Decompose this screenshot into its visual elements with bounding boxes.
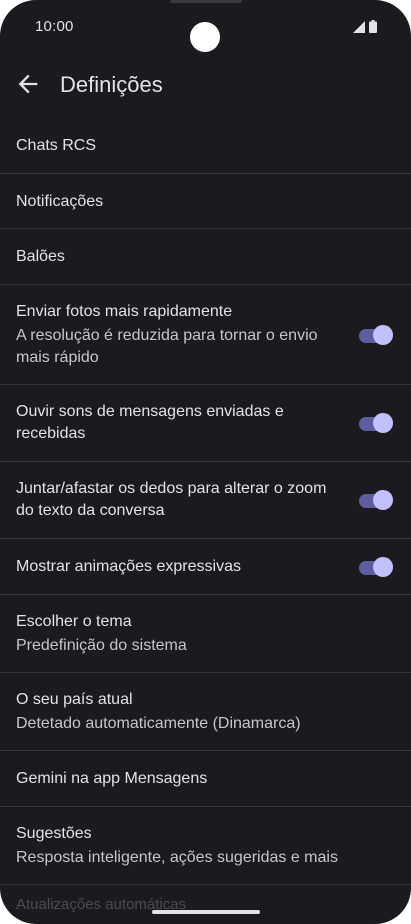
toggle-thumb — [373, 556, 393, 577]
setting-title: Enviar fotos mais rapidamente — [16, 303, 233, 320]
setting-subtitle: Resposta inteligente, ações sugeridas e … — [16, 849, 338, 866]
send-photos-faster-toggle[interactable] — [359, 324, 393, 346]
signal-icon — [353, 20, 365, 33]
battery-icon — [369, 20, 377, 33]
phone-screen: 10:00 Definições Chats RCS Notificações … — [0, 0, 411, 924]
app-bar: Definições — [0, 56, 411, 118]
setting-gemini[interactable]: Gemini na app Mensagens — [0, 751, 411, 807]
setting-chats-rcs[interactable]: Chats RCS — [0, 118, 411, 174]
pinch-zoom-toggle[interactable] — [359, 489, 393, 511]
setting-bubbles[interactable]: Balões — [0, 229, 411, 285]
setting-pinch-zoom[interactable]: Juntar/afastar os dedos para alterar o z… — [0, 462, 411, 539]
setting-choose-theme[interactable]: Escolher o tema Predefinição do sistema — [0, 595, 411, 673]
setting-title: Sugestões — [16, 825, 92, 842]
speaker-slot — [170, 0, 242, 3]
toggle-thumb — [373, 413, 393, 433]
setting-send-photos-faster[interactable]: Enviar fotos mais rapidamente A resoluçã… — [0, 285, 411, 385]
page-title: Definições — [60, 72, 163, 97]
front-camera — [190, 22, 220, 52]
toggle-thumb — [373, 324, 393, 345]
setting-title: Chats RCS — [16, 137, 97, 154]
setting-message-sounds[interactable]: Ouvir sons de mensagens enviadas e receb… — [0, 385, 411, 462]
status-time: 10:00 — [35, 18, 74, 35]
back-arrow-icon[interactable] — [14, 70, 42, 98]
setting-subtitle: A resolução é reduzida para tornar o env… — [16, 327, 318, 366]
message-sounds-toggle[interactable] — [359, 412, 393, 434]
setting-title: Mostrar animações expressivas — [16, 558, 241, 575]
status-icons — [353, 20, 377, 33]
setting-title: Notificações — [16, 193, 104, 210]
setting-title: Ouvir sons de mensagens enviadas e receb… — [16, 403, 284, 442]
status-bar: 10:00 — [0, 0, 411, 56]
setting-title: Balões — [16, 248, 65, 265]
setting-subtitle: Predefinição do sistema — [16, 637, 187, 654]
setting-notifications[interactable]: Notificações — [0, 174, 411, 229]
settings-list: Chats RCS Notificações Balões Enviar fot… — [0, 118, 411, 885]
expressive-animations-toggle[interactable] — [359, 556, 393, 578]
home-indicator[interactable] — [152, 910, 260, 914]
setting-title: Gemini na app Mensagens — [16, 770, 208, 787]
setting-title: Juntar/afastar os dedos para alterar o z… — [16, 480, 327, 519]
setting-current-country[interactable]: O seu país atual Detetado automaticament… — [0, 673, 411, 751]
toggle-thumb — [373, 490, 393, 510]
setting-subtitle: Detetado automaticamente (Dinamarca) — [16, 715, 301, 732]
setting-title: Escolher o tema — [16, 613, 132, 630]
setting-expressive-animations[interactable]: Mostrar animações expressivas — [0, 539, 411, 595]
setting-title: O seu país atual — [16, 691, 133, 708]
setting-suggestions[interactable]: Sugestões Resposta inteligente, ações su… — [0, 807, 411, 885]
